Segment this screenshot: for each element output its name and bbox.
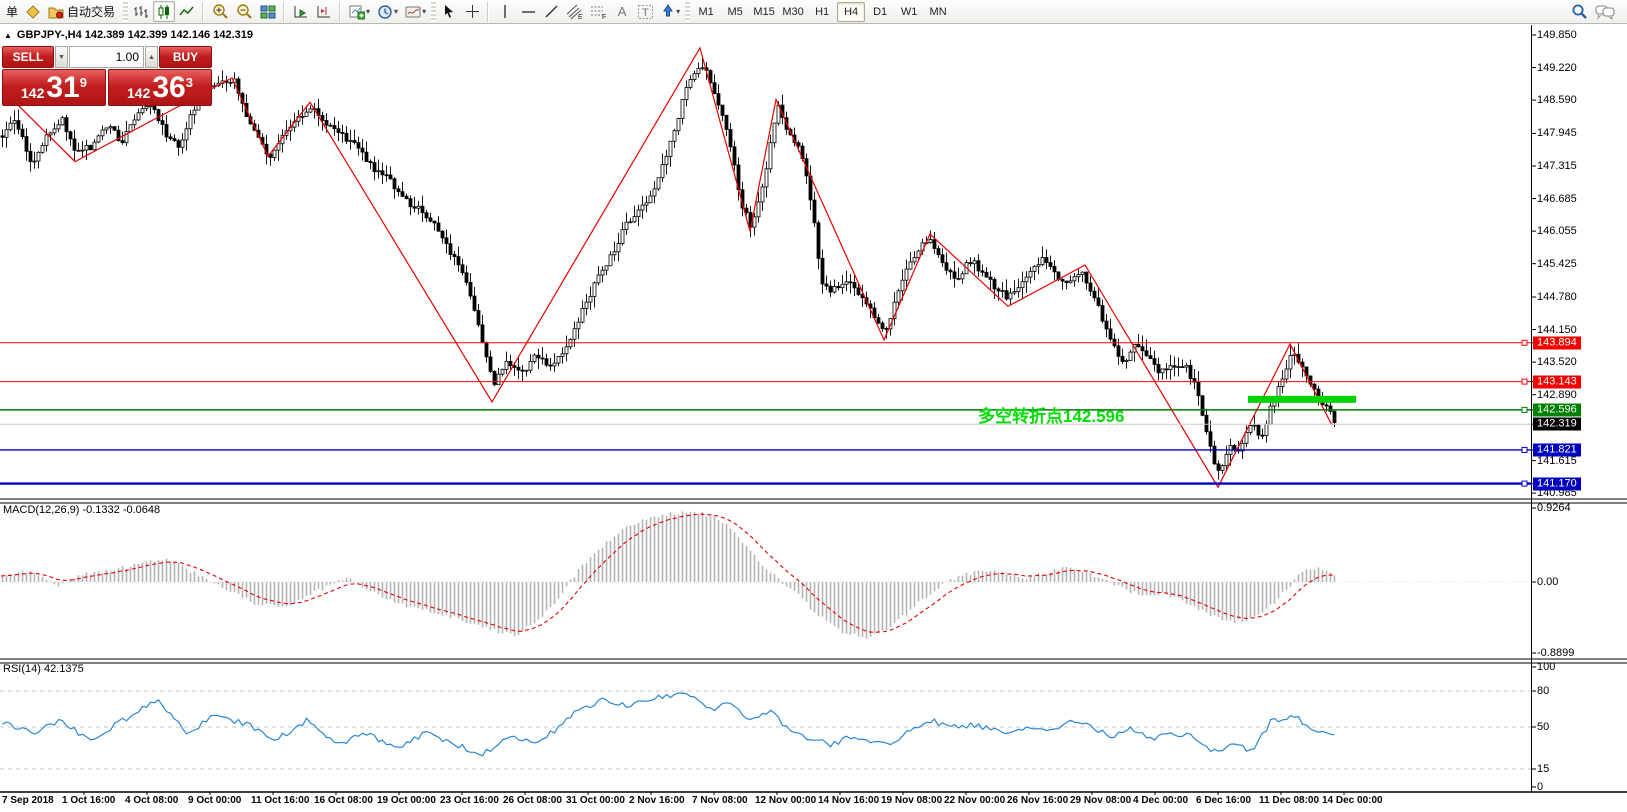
date-tick-label: 2 Nov 16:00 xyxy=(629,795,685,806)
date-tick-label: 23 Oct 16:00 xyxy=(440,795,499,806)
axis-tick-label: 144.150 xyxy=(1537,324,1577,336)
axis-tick-label: 142.890 xyxy=(1537,389,1577,401)
date-tick-label: 14 Dec 00:00 xyxy=(1322,795,1383,806)
axis-tick-label: 0.9264 xyxy=(1537,502,1571,514)
date-tick-label: 16 Oct 08:00 xyxy=(314,795,373,806)
axis-tick-label: 148.590 xyxy=(1537,94,1577,106)
sell-button[interactable]: SELL xyxy=(2,46,54,68)
date-tick-label: 11 Dec 08:00 xyxy=(1259,795,1319,806)
date-tick-label: 19 Nov 08:00 xyxy=(881,795,942,806)
macd-indicator-label: MACD(12,26,9) -0.1332 -0.0648 xyxy=(3,504,160,516)
date-tick-label: 26 Nov 16:00 xyxy=(1007,795,1068,806)
one-click-trading-panel: SELL ▼ 1.00 ▲ BUY 142319 142363 xyxy=(2,46,212,106)
axis-tick-label: 146.055 xyxy=(1537,225,1577,237)
date-tick-label: 1 Oct 16:00 xyxy=(62,795,115,806)
collapse-arrow-icon[interactable]: ▲ xyxy=(4,31,12,40)
date-tick-label: 6 Dec 16:00 xyxy=(1196,795,1251,806)
date-tick-label: 29 Nov 08:00 xyxy=(1070,795,1131,806)
sell-price-display[interactable]: 142319 xyxy=(2,69,106,106)
volume-decrease-button[interactable]: ▼ xyxy=(55,46,68,68)
date-tick-label: 7 Nov 08:00 xyxy=(692,795,748,806)
volume-increase-button[interactable]: ▲ xyxy=(145,46,158,68)
date-tick-label: 12 Nov 00:00 xyxy=(755,795,816,806)
date-tick-label: 7 Sep 2018 xyxy=(2,795,54,806)
price-level-badge: 142.319 xyxy=(1533,418,1581,431)
annotation-text: 多空转折点142.596 xyxy=(978,402,1124,427)
rsi-indicator-label: RSI(14) 42.1375 xyxy=(3,663,84,675)
axis-tick-label: 100 xyxy=(1537,661,1555,673)
buy-button[interactable]: BUY xyxy=(159,46,212,68)
axis-tick-label: 146.685 xyxy=(1537,193,1577,205)
price-level-badge: 143.143 xyxy=(1533,375,1581,388)
volume-input[interactable]: 1.00 xyxy=(69,46,144,68)
date-tick-label: 11 Oct 16:00 xyxy=(251,795,309,806)
axis-tick-label: 149.220 xyxy=(1537,62,1577,74)
axis-tick-label: 145.425 xyxy=(1537,258,1577,270)
price-level-badge: 143.894 xyxy=(1533,336,1581,349)
axis-tick-label: 143.520 xyxy=(1537,356,1577,368)
date-tick-label: 26 Oct 08:00 xyxy=(503,795,562,806)
date-tick-label: 14 Nov 16:00 xyxy=(818,795,879,806)
price-level-badge: 141.170 xyxy=(1533,477,1581,490)
date-tick-label: 31 Oct 00:00 xyxy=(566,795,625,806)
axis-tick-label: 147.945 xyxy=(1537,127,1577,139)
axis-tick-label: 149.850 xyxy=(1537,29,1577,41)
symbol-ohlc-text: GBPJPY-,H4 142.389 142.399 142.146 142.3… xyxy=(17,29,253,41)
date-tick-label: 22 Nov 00:00 xyxy=(944,795,1005,806)
axis-tick-label: 0.00 xyxy=(1537,576,1558,588)
axis-tick-label: 144.780 xyxy=(1537,291,1577,303)
axis-tick-label: 15 xyxy=(1537,763,1549,775)
date-tick-label: 4 Dec 00:00 xyxy=(1133,795,1188,806)
chart-svg xyxy=(0,0,1627,812)
price-level-badge: 141.821 xyxy=(1533,443,1581,456)
axis-tick-label: -0.8899 xyxy=(1537,647,1574,659)
chart-canvas[interactable]: ▲ GBPJPY-,H4 142.389 142.399 142.146 142… xyxy=(0,0,1627,812)
mt4-window: 单 自动交易 xyxy=(0,0,1627,812)
date-tick-label: 4 Oct 08:00 xyxy=(125,795,178,806)
price-level-badge: 142.596 xyxy=(1533,403,1581,416)
date-tick-label: 19 Oct 00:00 xyxy=(377,795,436,806)
axis-tick-label: 147.315 xyxy=(1537,160,1577,172)
date-tick-label: 9 Oct 00:00 xyxy=(188,795,241,806)
axis-tick-label: 80 xyxy=(1537,685,1549,697)
buy-price-display[interactable]: 142363 xyxy=(108,69,212,106)
axis-tick-label: 0 xyxy=(1537,781,1543,793)
symbol-info-line: ▲ GBPJPY-,H4 142.389 142.399 142.146 142… xyxy=(4,29,253,41)
axis-tick-label: 50 xyxy=(1537,721,1549,733)
